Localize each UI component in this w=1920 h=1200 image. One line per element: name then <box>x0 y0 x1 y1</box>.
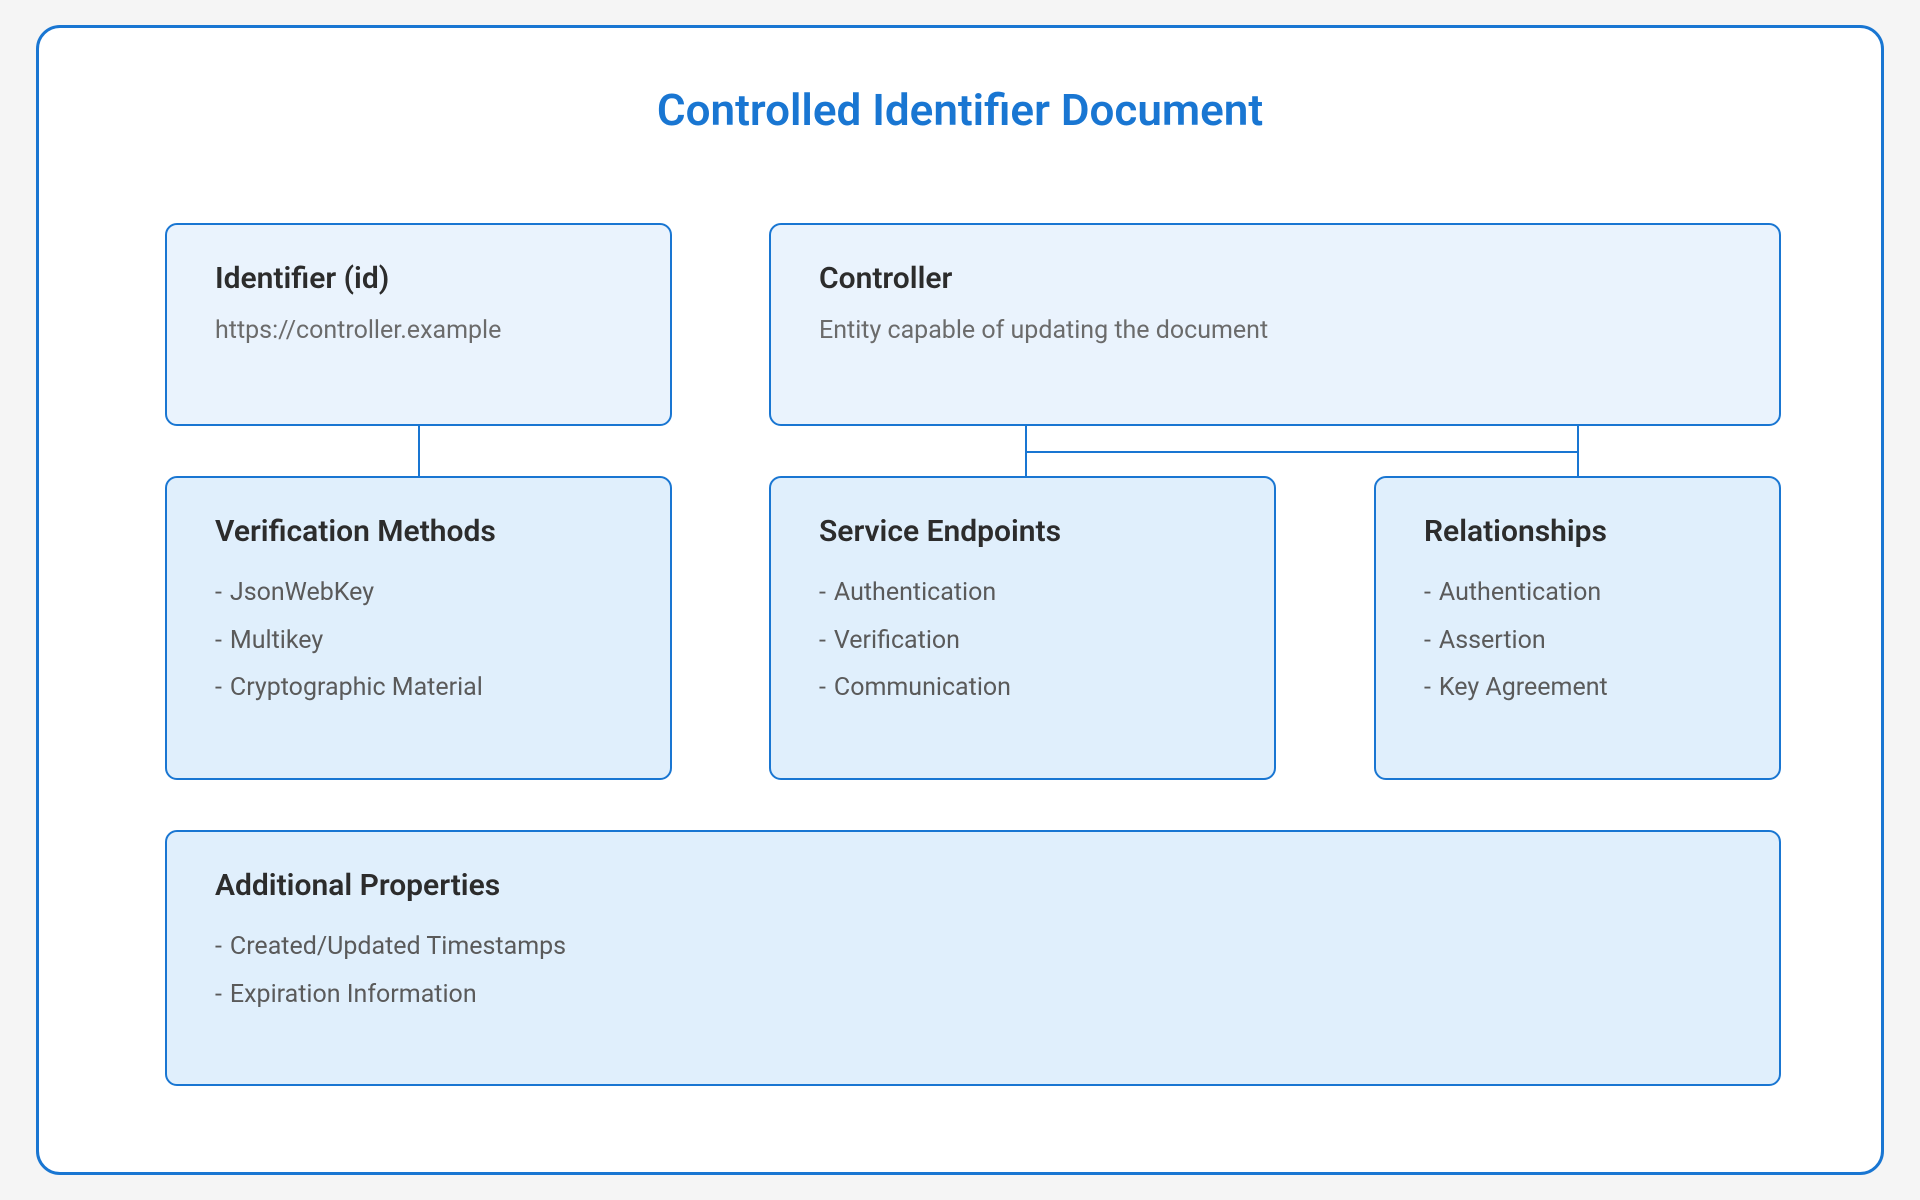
connector-controller-to-relationships <box>1577 426 1579 476</box>
controller-heading: Controller <box>819 261 1731 296</box>
list-item: -Multikey <box>215 617 622 665</box>
additional-properties-list: -Created/Updated Timestamps -Expiration … <box>215 923 1731 1018</box>
verification-methods-list: -JsonWebKey -Multikey -Cryptographic Mat… <box>215 569 622 712</box>
controller-box: Controller Entity capable of updating th… <box>769 223 1781 426</box>
verification-methods-box: Verification Methods -JsonWebKey -Multik… <box>165 476 672 780</box>
relationships-box: Relationships -Authentication -Assertion… <box>1374 476 1781 780</box>
identifier-box: Identifier (id) https://controller.examp… <box>165 223 672 426</box>
list-item: -Expiration Information <box>215 971 1731 1019</box>
controller-description: Entity capable of updating the document <box>819 312 1731 350</box>
list-item: -Authentication <box>1424 569 1731 617</box>
list-item: -Authentication <box>819 569 1226 617</box>
additional-properties-box: Additional Properties -Created/Updated T… <box>165 830 1781 1086</box>
service-endpoints-box: Service Endpoints -Authentication -Verif… <box>769 476 1276 780</box>
list-item: -Created/Updated Timestamps <box>215 923 1731 971</box>
connector-identifier-to-verification <box>418 426 420 476</box>
list-item: -Verification <box>819 617 1226 665</box>
connector-controller-horizontal <box>1025 451 1579 453</box>
list-item: -JsonWebKey <box>215 569 622 617</box>
diagram-title: Controlled Identifier Document <box>39 84 1881 136</box>
service-endpoints-heading: Service Endpoints <box>819 514 1226 549</box>
list-item: -Cryptographic Material <box>215 664 622 712</box>
list-item: -Assertion <box>1424 617 1731 665</box>
identifier-heading: Identifier (id) <box>215 261 622 296</box>
relationships-heading: Relationships <box>1424 514 1731 549</box>
service-endpoints-list: -Authentication -Verification -Communica… <box>819 569 1226 712</box>
relationships-list: -Authentication -Assertion -Key Agreemen… <box>1424 569 1731 712</box>
list-item: -Communication <box>819 664 1226 712</box>
identifier-value: https://controller.example <box>215 312 622 350</box>
controlled-identifier-diagram: Controlled Identifier Document Identifie… <box>36 25 1884 1175</box>
verification-methods-heading: Verification Methods <box>215 514 622 549</box>
additional-properties-heading: Additional Properties <box>215 868 1731 903</box>
list-item: -Key Agreement <box>1424 664 1731 712</box>
